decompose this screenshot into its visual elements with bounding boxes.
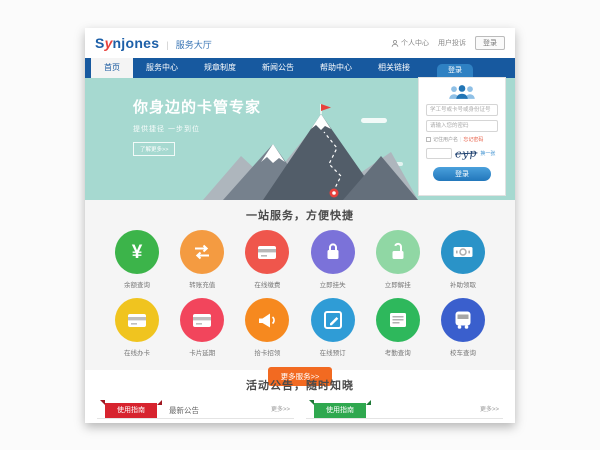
services-row-2: 在线办卡 卡片延期 拾卡招领 在线预订 <box>85 298 515 357</box>
remember-label: 记住用户名 <box>433 136 458 143</box>
user-icon <box>391 39 399 48</box>
login-panel: 记住用户名 | 忘记密码 cyp 换一张 登录 <box>418 77 506 196</box>
personal-center-label: 个人中心 <box>401 38 429 48</box>
nav-item-home[interactable]: 首页 <box>91 58 133 78</box>
account-input[interactable] <box>426 104 498 116</box>
logo-accent: y <box>105 35 113 51</box>
service-attendance-inquiry[interactable]: 考勤查询 <box>370 298 426 357</box>
bank-card-icon <box>180 298 224 342</box>
page: S y njones | 服务大厅 个人中心 用户投诉 登录 首页 服务中心 规… <box>85 28 515 423</box>
captcha-refresh-link[interactable]: 换一张 <box>480 150 495 157</box>
login-options: 记住用户名 | 忘记密码 <box>426 136 498 143</box>
service-school-bus-inquiry[interactable]: 校车查询 <box>435 298 491 357</box>
pencil-icon <box>311 298 355 342</box>
banner-title: 你身边的卡管专家 <box>133 96 261 117</box>
service-subsidy-collect[interactable]: 补助领取 <box>435 230 491 289</box>
nav-item-service-center[interactable]: 服务中心 <box>133 58 191 78</box>
login-submit-button[interactable]: 登录 <box>433 167 491 181</box>
announcements-section: 活动公告，随时知晓 使用指南 最新公告 更多>> 使用指南 更多>> <box>85 370 515 419</box>
remember-checkbox[interactable] <box>426 137 431 142</box>
logo-text: njones <box>112 35 159 51</box>
announcement-column-right: 使用指南 更多>> <box>306 402 503 419</box>
announcement-columns: 使用指南 最新公告 更多>> 使用指南 更多>> <box>85 402 515 419</box>
site-title: 服务大厅 <box>176 38 212 51</box>
service-online-card[interactable]: 在线办卡 <box>109 298 165 357</box>
banner-text: 你身边的卡管专家 提供捷径 一步到位 了解更多>> <box>133 96 261 156</box>
more-link-left[interactable]: 更多>> <box>271 403 290 418</box>
services-section: 一站服务，方便快捷 ¥ 余额查询 转账充值 在线缴费 <box>85 200 515 370</box>
service-label: 在线办卡 <box>124 347 150 357</box>
captcha-input[interactable] <box>426 148 452 159</box>
service-online-payment[interactable]: 在线缴费 <box>239 230 295 289</box>
service-label: 卡片延期 <box>189 347 215 357</box>
latest-announcements-tab[interactable]: 最新公告 <box>169 403 199 418</box>
banner-cta-button[interactable]: 了解更多>> <box>133 142 175 156</box>
user-feedback-link[interactable]: 用户投诉 <box>438 38 466 48</box>
logo-text: S <box>95 35 105 51</box>
captcha-row: cyp 换一张 <box>426 147 498 160</box>
more-link-right[interactable]: 更多>> <box>480 403 499 418</box>
service-label: 余额查询 <box>124 279 150 289</box>
logo-divider: | <box>166 40 168 50</box>
megaphone-icon <box>245 298 289 342</box>
service-transfer-recharge[interactable]: 转账充值 <box>174 230 230 289</box>
service-label: 转账充值 <box>189 279 215 289</box>
guide-ribbon-left[interactable]: 使用指南 <box>105 403 157 418</box>
service-online-booking[interactable]: 在线预订 <box>305 298 361 357</box>
header-login-button[interactable]: 登录 <box>475 36 505 50</box>
options-separator: | <box>460 137 461 143</box>
banner-subtitle: 提供捷径 一步到位 <box>133 124 261 134</box>
top-right-links: 个人中心 用户投诉 登录 <box>391 36 505 50</box>
service-label: 在线预订 <box>320 347 346 357</box>
nav-item-links[interactable]: 相关链接 <box>365 58 423 78</box>
service-label: 拾卡招领 <box>254 347 280 357</box>
nav-item-news[interactable]: 新闻公告 <box>249 58 307 78</box>
personal-center-link[interactable]: 个人中心 <box>391 38 429 48</box>
yen-icon: ¥ <box>115 230 159 274</box>
logo[interactable]: S y njones | 服务大厅 <box>95 35 212 51</box>
captcha-image: cyp <box>455 146 478 160</box>
service-report-loss[interactable]: 立即挂失 <box>305 230 361 289</box>
services-title: 一站服务，方便快捷 <box>85 207 515 223</box>
announcement-column-left: 使用指南 最新公告 更多>> <box>97 402 294 419</box>
top-bar: S y njones | 服务大厅 个人中心 用户投诉 登录 <box>85 28 515 58</box>
service-label: 补助领取 <box>450 279 476 289</box>
service-label: 考勤查询 <box>385 347 411 357</box>
transfer-icon <box>180 230 224 274</box>
bus-icon <box>441 298 485 342</box>
service-balance-inquiry[interactable]: ¥ 余额查询 <box>109 230 165 289</box>
service-found-card[interactable]: 拾卡招领 <box>239 298 295 357</box>
unlock-icon <box>376 230 420 274</box>
bank-card-icon <box>245 230 289 274</box>
service-label: 立即解挂 <box>385 279 411 289</box>
service-card-extension[interactable]: 卡片延期 <box>174 298 230 357</box>
login-tab[interactable]: 登录 <box>437 64 473 77</box>
password-input[interactable] <box>426 120 498 132</box>
lock-icon <box>311 230 355 274</box>
service-cancel-loss[interactable]: 立即解挂 <box>370 230 426 289</box>
service-label: 立即挂失 <box>320 279 346 289</box>
nav-item-rules[interactable]: 规章制度 <box>191 58 249 78</box>
banknote-icon <box>441 230 485 274</box>
bank-card-icon <box>115 298 159 342</box>
forgot-password-link[interactable]: 忘记密码 <box>463 136 483 143</box>
users-group-icon <box>447 84 477 100</box>
announcements-title: 活动公告，随时知晓 <box>85 377 515 393</box>
service-label: 校车查询 <box>450 347 476 357</box>
guide-ribbon-right[interactable]: 使用指南 <box>314 403 366 418</box>
service-label: 在线缴费 <box>254 279 280 289</box>
user-feedback-label: 用户投诉 <box>438 38 466 48</box>
services-row-1: ¥ 余额查询 转账充值 在线缴费 立即挂失 <box>85 230 515 289</box>
list-icon <box>376 298 420 342</box>
nav-item-help[interactable]: 帮助中心 <box>307 58 365 78</box>
